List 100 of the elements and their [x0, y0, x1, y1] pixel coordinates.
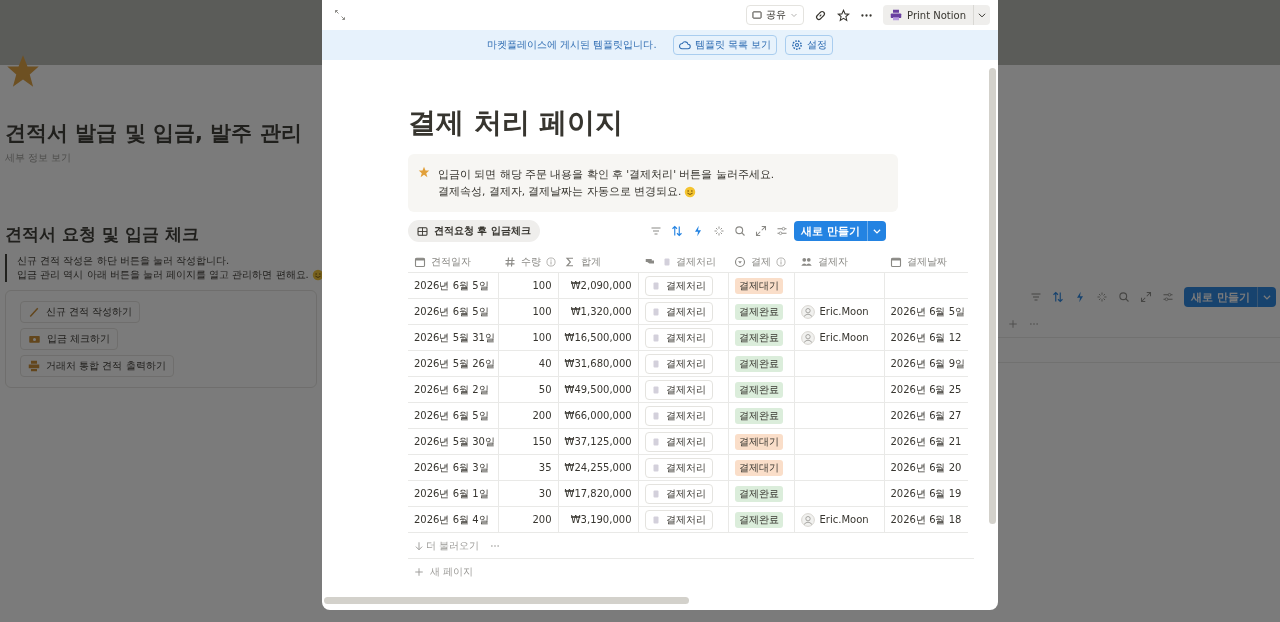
payment-button[interactable]: 결제처리	[644, 275, 713, 296]
action-button[interactable]: 입금 체크하기	[20, 328, 119, 350]
table-cell: 50	[498, 376, 558, 403]
payment-date: 2026년 6월 21	[890, 435, 962, 447]
table-cell: ₩17,820,000	[558, 480, 638, 507]
payment-button[interactable]: 결제처리	[644, 509, 713, 530]
status-icon	[734, 255, 746, 268]
payment-button[interactable]: 결제처리	[644, 457, 713, 478]
table-cell: 2026년 6월 3일	[408, 454, 498, 481]
payer-name: Eric.Moon	[819, 306, 869, 317]
payment-button[interactable]: 결제처리	[644, 327, 713, 348]
chevron-icon	[790, 11, 799, 19]
view-tab[interactable]: 견적요청 후 입금체크	[408, 220, 540, 242]
cloud-icon	[678, 39, 691, 51]
table-cell: 2026년 6월 4일	[408, 506, 498, 533]
callout-text: 결제속성, 결제자, 결제날짜는 자동으로 변경되요.	[438, 184, 682, 199]
search-icon	[734, 225, 747, 237]
calendar-icon	[890, 255, 902, 268]
info-icon	[546, 256, 556, 267]
sort-icon	[1052, 291, 1065, 303]
action-button[interactable]: 신규 견적 작성하기	[20, 301, 141, 323]
table-cell: 2026년 6월 2일	[408, 376, 498, 403]
payment-date: 2026년 6월 19	[890, 487, 962, 499]
smiley-icon	[684, 185, 697, 198]
chevron-icon	[1262, 292, 1272, 302]
table-cell: ₩49,500,000	[558, 376, 638, 403]
search-icon	[1118, 291, 1131, 303]
status-tag: 결제대기	[734, 433, 783, 450]
print-button[interactable]: Print Notion	[883, 9, 973, 21]
avatar-icon	[800, 304, 815, 319]
column-header[interactable]: 결제처리	[638, 251, 728, 273]
column-header[interactable]: 결제	[728, 251, 794, 273]
table-cell: 30	[498, 480, 558, 507]
avatar-icon	[800, 330, 815, 345]
callout-text: 입금이 되면 해당 주문 내용을 확인 후 '결제처리' 버튼을 눌러주세요.	[438, 167, 775, 182]
column-header[interactable]: 합계	[558, 251, 638, 273]
table-cell: ₩24,255,000	[558, 454, 638, 481]
payment-button[interactable]: 결제처리	[644, 483, 713, 504]
table-cell: 100	[498, 298, 558, 325]
people-icon	[800, 255, 813, 268]
payment-button[interactable]: 결제처리	[644, 405, 713, 426]
table-cell: 150	[498, 428, 558, 455]
calendar-icon	[414, 255, 426, 268]
page-title: 결제 처리 페이지	[408, 105, 625, 141]
quote-text: 신규 견적 작성은 하단 버튼을 눌러 작성합니다.	[17, 254, 230, 268]
column-header[interactable]: 결제자	[794, 251, 884, 273]
status-tag: 결제완료	[734, 511, 783, 528]
payment-date: 2026년 6월 5일	[890, 305, 966, 317]
table-cell: ₩2,090,000	[558, 272, 638, 299]
settings-icon	[790, 39, 803, 51]
table-cell: 2026년 6월 5일	[408, 272, 498, 299]
filter-icon	[1030, 291, 1043, 303]
pencil-icon	[28, 306, 40, 318]
info-icon	[776, 256, 786, 267]
share-button[interactable]: 공유	[746, 5, 805, 25]
new-button[interactable]: 새로 만들기	[794, 221, 886, 241]
table-cell: 2026년 5월 31일	[408, 324, 498, 351]
star-outline-icon	[837, 8, 851, 22]
star-icon	[418, 166, 430, 178]
sparkle-icon	[1096, 291, 1109, 303]
table-cell: ₩37,125,000	[558, 428, 638, 455]
load-more-link[interactable]: 더 불러오기	[414, 538, 480, 553]
payment-button[interactable]: 결제처리	[644, 301, 713, 322]
sigma-icon	[564, 255, 576, 268]
payer-name: Eric.Moon	[819, 332, 869, 343]
section-heading: 견적서 요청 및 입금 체크	[5, 223, 200, 246]
star-icon	[5, 53, 41, 89]
table-cell: ₩31,680,000	[558, 350, 638, 377]
expand-icon	[755, 225, 768, 237]
payment-button[interactable]: 결제처리	[644, 431, 713, 452]
table-cell: 100	[498, 272, 558, 299]
plus-icon	[414, 566, 424, 577]
payment-button[interactable]: 결제처리	[644, 379, 713, 400]
table-cell: 35	[498, 454, 558, 481]
hash-icon	[504, 255, 516, 268]
payer-name: Eric.Moon	[819, 514, 869, 525]
quote-text: 입금 관리 역시 아래 버튼을 눌러 페이지를 열고 관리하면 편해요.	[17, 268, 309, 282]
table-cell: 2026년 6월 5일	[408, 298, 498, 325]
table-cell: 2026년 5월 30일	[408, 428, 498, 455]
banner-button[interactable]: 설정	[784, 35, 833, 55]
banner-button[interactable]: 템플릿 목록 보기	[672, 35, 777, 55]
action-button[interactable]: 거래처 통합 견적 출력하기	[20, 355, 174, 377]
chevron-icon	[977, 10, 987, 20]
window-icon	[752, 10, 763, 20]
payment-date: 2026년 6월 9일	[890, 357, 966, 369]
status-tag: 결제완료	[734, 329, 783, 346]
status-tag: 결제완료	[734, 381, 783, 398]
new-page-button[interactable]: 새 페이지	[408, 559, 986, 584]
column-header[interactable]: 수량	[498, 251, 558, 273]
expand-icon	[1140, 291, 1153, 303]
table-cell: 200	[498, 506, 558, 533]
plus-icon	[1008, 319, 1018, 329]
table-cell: ₩16,500,000	[558, 324, 638, 351]
status-tag: 결제완료	[734, 303, 783, 320]
collapse-icon	[334, 9, 346, 21]
sort-icon	[671, 225, 684, 237]
column-header[interactable]: 견적일자	[408, 251, 498, 273]
arrow-down-icon	[414, 540, 424, 551]
column-header[interactable]: 결제날짜	[884, 251, 968, 273]
payment-button[interactable]: 결제처리	[644, 353, 713, 374]
